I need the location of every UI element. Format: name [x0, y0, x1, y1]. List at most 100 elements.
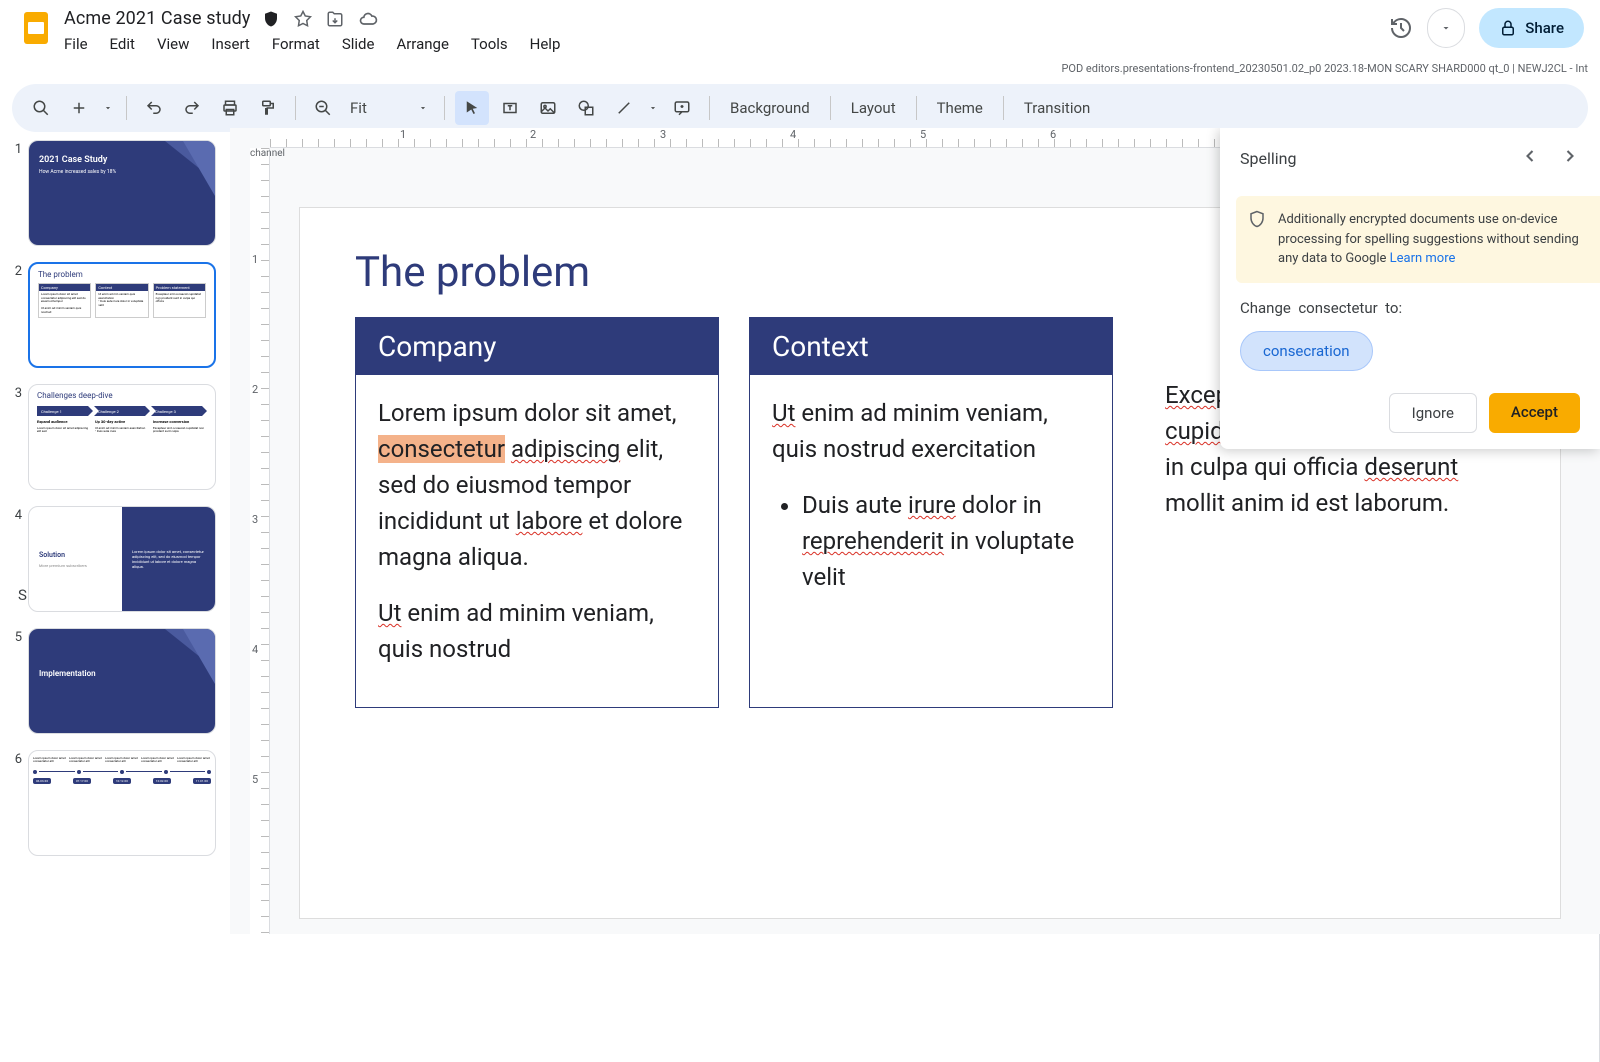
thumb-number: 2: [8, 264, 22, 279]
thumb-arrow: Challenge 1: [37, 406, 93, 416]
thumb-label: 10.12.XX: [113, 778, 131, 784]
slide-col-context[interactable]: Context Ut enim ad minim veniam, quis no…: [749, 317, 1113, 708]
search-icon[interactable]: [24, 91, 58, 125]
slide-col-company[interactable]: Company Lorem ipsum dolor sit amet, cons…: [355, 317, 719, 708]
ruler-tick: 1: [400, 128, 406, 141]
menu-slide[interactable]: Slide: [342, 35, 375, 53]
learn-more-link[interactable]: Learn more: [1390, 251, 1456, 266]
move-icon[interactable]: [326, 10, 344, 28]
thumb-title: Implementation: [39, 669, 205, 678]
undo-button[interactable]: [137, 91, 171, 125]
menu-edit[interactable]: Edit: [110, 35, 135, 53]
thumbnail-panel: 1 2021 Case Study How Acme increased sal…: [0, 128, 230, 934]
slides-logo[interactable]: [16, 8, 56, 48]
share-button[interactable]: Share: [1479, 8, 1584, 48]
misspelled: adipiscing: [511, 435, 620, 463]
paint-format-button[interactable]: [251, 91, 285, 125]
col-body[interactable]: Lorem ipsum dolor sit amet, consectetur …: [356, 375, 718, 707]
menu-insert[interactable]: Insert: [211, 35, 249, 53]
change-word: consectetur: [1298, 299, 1377, 317]
ruler-tick: 2: [530, 128, 536, 141]
thumb-2[interactable]: The problem CompanyLorem ipsum dolor sit…: [28, 262, 216, 368]
text: Lorem ipsum dolor sit amet,: [378, 399, 676, 427]
misspelled: Ut: [772, 399, 795, 427]
col-body[interactable]: Ut enim ad minim veniam, quis nostrud ex…: [750, 375, 1112, 615]
zoom-out-icon[interactable]: [306, 91, 340, 125]
redo-button[interactable]: [175, 91, 209, 125]
text: enim ad minim veniam, quis nostrud: [378, 599, 654, 663]
col-header: Context: [750, 318, 1112, 375]
to-label: to:: [1385, 299, 1402, 317]
thumb-6[interactable]: Lorem ipsum dolor amet consectetur elit …: [28, 750, 216, 856]
thumb-col-h: Up 30-day active: [95, 420, 149, 425]
line-tool[interactable]: [607, 91, 641, 125]
cloud-icon[interactable]: [358, 9, 378, 29]
thumb-label: 10.02.XX: [153, 778, 171, 784]
menu-help[interactable]: Help: [530, 35, 561, 53]
next-icon[interactable]: [1560, 146, 1580, 170]
textbox-tool[interactable]: [493, 91, 527, 125]
new-slide-dropdown[interactable]: [100, 91, 116, 125]
header: Acme 2021 Case study File Edit View Inse…: [0, 0, 1600, 64]
thumb-col: Context: [96, 284, 147, 291]
suggestion-chip[interactable]: consecration: [1240, 331, 1373, 371]
slideshow-dropdown[interactable]: [1428, 9, 1464, 47]
menu-view[interactable]: View: [157, 35, 189, 53]
ruler-tick: 3: [252, 513, 258, 526]
menu-arrange[interactable]: Arrange: [396, 35, 448, 53]
ruler-tick: 2: [252, 383, 258, 396]
line-dropdown[interactable]: [645, 91, 661, 125]
thumb-label: 06.03.XX: [33, 778, 51, 784]
menu-tools[interactable]: Tools: [471, 35, 508, 53]
ruler-tick: 1: [252, 253, 258, 266]
zoom-select[interactable]: Fit: [344, 99, 434, 117]
text: dolor in: [956, 491, 1042, 519]
thumb-text: Lorem ipsum dolor sit amet, consectetur …: [132, 549, 205, 570]
thumb-5[interactable]: Implementation: [28, 628, 216, 734]
shield-icon: [1248, 210, 1266, 235]
ruler-tick: 5: [920, 128, 926, 141]
ruler-tick: 4: [252, 643, 258, 656]
thumb-title: Challenges deep-dive: [37, 391, 207, 400]
print-button[interactable]: [213, 91, 247, 125]
transition-button[interactable]: Transition: [1014, 99, 1100, 117]
document-title[interactable]: Acme 2021 Case study: [64, 8, 250, 29]
debug-text: POD editors.presentations-frontend_20230…: [1061, 62, 1588, 75]
ruler-vertical: 1 2 channel3 4 5: [250, 148, 270, 934]
col-header: Company: [356, 318, 718, 375]
change-prompt: Change consectetur to:: [1220, 299, 1600, 317]
star-icon[interactable]: [294, 10, 312, 28]
misspelled: irure: [908, 491, 956, 519]
privacy-shield-icon[interactable]: [262, 10, 280, 28]
misspelled: reprehenderit: [802, 527, 944, 555]
shape-tool[interactable]: [569, 91, 603, 125]
share-label: Share: [1525, 19, 1564, 37]
history-icon[interactable]: [1389, 16, 1413, 40]
theme-button[interactable]: Theme: [927, 99, 993, 117]
comment-tool[interactable]: [665, 91, 699, 125]
misspelled: deserunt: [1364, 453, 1458, 481]
new-slide-button[interactable]: [62, 91, 96, 125]
thumb-title: Solution: [39, 551, 112, 559]
menu-file[interactable]: File: [64, 35, 88, 53]
canvas-area: 1 2 3 4 5 6 1 2 channel3 4 5 The problem…: [230, 128, 1600, 934]
ruler-tick: 4: [790, 128, 796, 141]
thumb-label: 11.01.XX: [193, 778, 211, 784]
accept-button[interactable]: Accept: [1489, 393, 1580, 433]
background-button[interactable]: Background: [720, 99, 820, 117]
ignore-button[interactable]: Ignore: [1389, 393, 1477, 433]
zoom-label: Fit: [350, 99, 367, 117]
select-tool[interactable]: [455, 91, 489, 125]
menu-format[interactable]: Format: [272, 35, 320, 53]
layout-button[interactable]: Layout: [841, 99, 906, 117]
text: enim ad minim veniam, quis nostrud exerc…: [772, 399, 1048, 463]
prev-icon[interactable]: [1520, 146, 1540, 170]
thumb-3[interactable]: Challenges deep-dive Challenge 1 Challen…: [28, 384, 216, 490]
thumb-1[interactable]: 2021 Case Study How Acme increased sales…: [28, 140, 216, 246]
image-tool[interactable]: [531, 91, 565, 125]
thumb-col-h: Increase conversion: [153, 420, 207, 425]
spelling-info-banner: Additionally encrypted documents use on-…: [1236, 196, 1600, 283]
thumb-4[interactable]: SolutionMore premium subscribers Lorem i…: [28, 506, 216, 612]
thumb-col: Company: [39, 284, 90, 291]
misspelled: Ut: [378, 599, 401, 627]
